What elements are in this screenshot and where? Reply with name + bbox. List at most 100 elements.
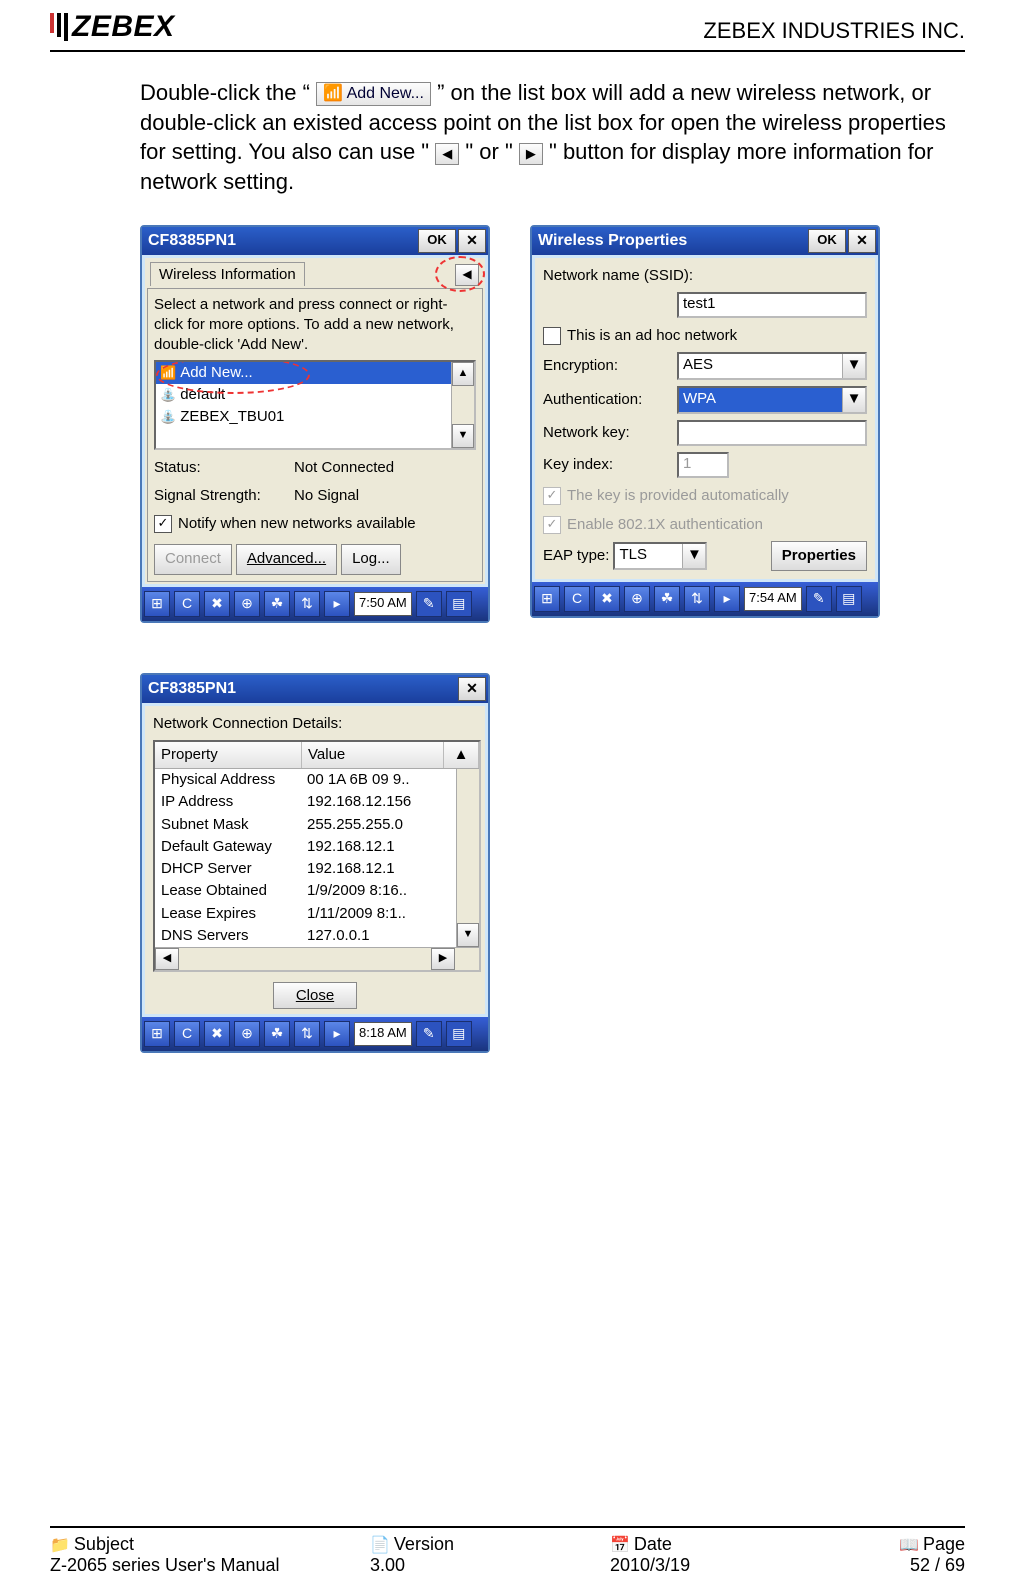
window-title: CF8385PN1 <box>148 680 236 698</box>
tray-icon[interactable]: ▸ <box>714 586 740 612</box>
signal-icon: 📶 <box>160 364 176 382</box>
start-icon[interactable]: ⊞ <box>144 591 170 617</box>
date-label: Date <box>634 1534 672 1555</box>
subject-value: Z-2065 series User's Manual <box>50 1555 370 1576</box>
scroll-down-icon[interactable]: ▼ <box>457 923 479 947</box>
table-row: Default Gateway192.168.12.1 <box>155 836 479 858</box>
logo-text: ZEBEX <box>72 10 175 44</box>
column-property[interactable]: Property <box>155 742 302 768</box>
tray-icon[interactable]: ▤ <box>446 1021 472 1047</box>
ssid-input[interactable]: test1 <box>677 292 867 318</box>
tray-icon[interactable]: ✎ <box>416 1021 442 1047</box>
ok-button[interactable]: OK <box>808 229 846 253</box>
page-header: ZEBEX ZEBEX INDUSTRIES INC. <box>50 0 965 52</box>
advanced-button[interactable]: Advanced... <box>236 544 337 574</box>
tray-icon[interactable]: ⇅ <box>294 591 320 617</box>
logo: ZEBEX <box>50 10 175 44</box>
encryption-select[interactable]: AES▼ <box>677 352 867 380</box>
log-button[interactable]: Log... <box>341 544 401 574</box>
chevron-down-icon[interactable]: ▼ <box>842 388 865 412</box>
start-icon[interactable]: ⊞ <box>534 586 560 612</box>
tray-icon[interactable]: ▸ <box>324 1021 350 1047</box>
tray-icon[interactable]: ✎ <box>416 591 442 617</box>
signal-icon: ⛲ <box>160 386 176 404</box>
tray-icon[interactable]: ✖ <box>204 591 230 617</box>
network-key-input[interactable] <box>677 420 867 446</box>
ssid-label: Network name (SSID): <box>543 266 867 286</box>
value-cell: 127.0.0.1 <box>301 925 479 947</box>
tray-icon[interactable]: ⇅ <box>684 586 710 612</box>
tray-icon[interactable]: ⊕ <box>234 591 260 617</box>
version-label: Version <box>394 1534 454 1555</box>
tray-icon[interactable]: ▤ <box>836 586 862 612</box>
tray-icon[interactable]: ▸ <box>324 591 350 617</box>
instruction-paragraph: Double-click the “ 📶 Add New... ” on the… <box>50 52 965 207</box>
para-frag: Double-click the “ <box>140 80 316 105</box>
network-list-item[interactable]: ⛲default <box>156 384 474 406</box>
tray-icon[interactable]: ✖ <box>204 1021 230 1047</box>
connect-button[interactable]: Connect <box>154 544 232 574</box>
notify-checkbox[interactable]: ✓ <box>154 515 172 533</box>
tray-icon[interactable]: ⊕ <box>234 1021 260 1047</box>
details-heading: Network Connection Details: <box>153 714 477 734</box>
value-cell: 00 1A 6B 09 9.. <box>301 769 479 791</box>
screenshot-wireless-properties: Wireless Properties OK ✕ Network name (S… <box>530 225 880 618</box>
tray-icon[interactable]: ✖ <box>594 586 620 612</box>
notify-label: Notify when new networks available <box>178 514 416 534</box>
clock: 7:54 AM <box>744 587 802 611</box>
network-listbox[interactable]: 📶Add New...⛲default⛲ZEBEX_TBU01 ▲ ▼ <box>154 360 476 450</box>
page-label: Page <box>923 1534 965 1555</box>
property-cell: Physical Address <box>155 769 301 791</box>
tray-icon[interactable]: ☘ <box>264 591 290 617</box>
authentication-select[interactable]: WPA▼ <box>677 386 867 414</box>
eap-type-select[interactable]: TLS▼ <box>613 542 707 570</box>
close-button[interactable]: ✕ <box>458 677 486 701</box>
ok-button[interactable]: OK <box>418 229 456 253</box>
tray-icon[interactable]: ✎ <box>806 586 832 612</box>
close-button[interactable]: ✕ <box>458 229 486 253</box>
network-list-item[interactable]: ⛲ZEBEX_TBU01 <box>156 406 474 428</box>
scroll-up-icon[interactable]: ▲ <box>452 362 474 386</box>
table-row: DNS Servers127.0.0.1 <box>155 925 479 947</box>
property-cell: Lease Obtained <box>155 880 301 902</box>
value-cell: 192.168.12.1 <box>301 836 479 858</box>
tray-icon[interactable]: C <box>174 1021 200 1047</box>
screenshot-connection-details: CF8385PN1 ✕ Network Connection Details: … <box>140 673 490 1054</box>
start-icon[interactable]: ⊞ <box>144 1021 170 1047</box>
tray-icon[interactable]: ⇅ <box>294 1021 320 1047</box>
scroll-down-icon[interactable]: ▼ <box>452 424 474 448</box>
tab-scroll-left-icon[interactable]: ◀ <box>455 264 479 286</box>
signal-value: No Signal <box>294 486 359 506</box>
chevron-down-icon[interactable]: ▼ <box>842 354 865 378</box>
help-text: Select a network and press connect or ri… <box>154 295 476 356</box>
property-cell: DHCP Server <box>155 858 301 880</box>
tray-icon[interactable]: ☘ <box>264 1021 290 1047</box>
authentication-label: Authentication: <box>543 390 671 410</box>
tray-icon[interactable]: ⊕ <box>624 586 650 612</box>
tray-icon[interactable]: ▤ <box>446 591 472 617</box>
scroll-right-icon[interactable]: ▶ <box>431 948 455 970</box>
add-new-inline-button: 📶 Add New... <box>316 82 431 106</box>
chevron-down-icon[interactable]: ▼ <box>682 544 705 568</box>
tray-icon[interactable]: ☘ <box>654 586 680 612</box>
window-title: CF8385PN1 <box>148 232 236 250</box>
column-value[interactable]: Value <box>302 742 444 768</box>
scroll-up-icon[interactable]: ▲ <box>444 742 479 768</box>
network-list-item[interactable]: 📶Add New... <box>156 362 474 384</box>
tab-wireless-information[interactable]: Wireless Information <box>150 262 305 286</box>
horizontal-scrollbar[interactable]: ◀ ▶ <box>155 947 479 970</box>
table-scrollbar[interactable]: ▼ <box>456 769 479 947</box>
list-scrollbar[interactable]: ▲ ▼ <box>451 362 474 448</box>
tray-icon[interactable]: C <box>564 586 590 612</box>
close-details-button[interactable]: Close <box>273 982 357 1009</box>
adhoc-checkbox[interactable] <box>543 327 561 345</box>
close-button[interactable]: ✕ <box>848 229 876 253</box>
value-cell: 1/9/2009 8:16.. <box>301 880 479 902</box>
taskbar: ⊞ C ✖ ⊕ ☘ ⇅ ▸ 7:50 AM ✎ ▤ <box>142 587 488 621</box>
taskbar: ⊞ C ✖ ⊕ ☘ ⇅ ▸ 8:18 AM ✎ ▤ <box>142 1017 488 1051</box>
properties-button[interactable]: Properties <box>771 541 867 571</box>
property-cell: Lease Expires <box>155 903 301 925</box>
scroll-left-icon[interactable]: ◀ <box>155 948 179 970</box>
tray-icon[interactable]: C <box>174 591 200 617</box>
property-cell: IP Address <box>155 791 301 813</box>
